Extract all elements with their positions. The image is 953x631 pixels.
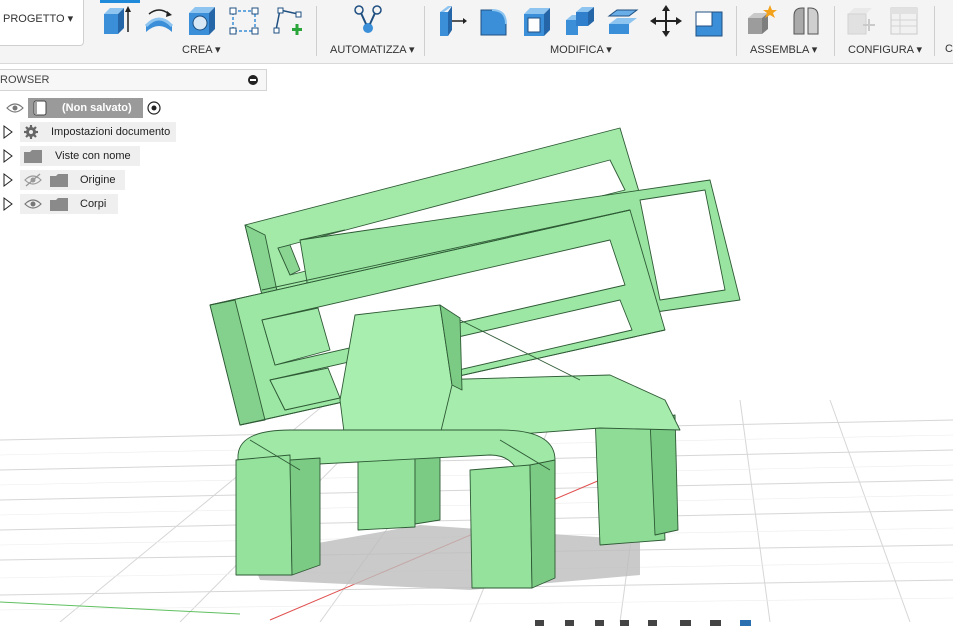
display-settings-icon[interactable] bbox=[680, 620, 691, 626]
viewport-navbar bbox=[520, 613, 770, 626]
fillet-icon[interactable] bbox=[478, 4, 510, 38]
grid-settings-icon[interactable] bbox=[710, 620, 721, 626]
look-at-icon[interactable] bbox=[648, 620, 657, 626]
model-body[interactable] bbox=[209, 127, 741, 589]
group-configura[interactable]: CONFIGURA ▾ bbox=[848, 43, 922, 56]
canvas-viewport[interactable] bbox=[0, 92, 953, 622]
project-menu-button[interactable]: PROGETTO ▾ bbox=[0, 0, 84, 46]
configure-table-icon[interactable] bbox=[845, 4, 877, 38]
toolbar-divider bbox=[934, 6, 935, 56]
toolbar: PROGETTO ▾ CREA ▾ AUTOMATIZZA ▾ MODIFICA… bbox=[0, 0, 953, 64]
revolve-icon[interactable] bbox=[143, 4, 175, 38]
orbit-icon[interactable] bbox=[535, 620, 544, 626]
toolbar-divider bbox=[834, 6, 835, 56]
active-tab-indicator bbox=[100, 0, 140, 3]
automate-icon[interactable] bbox=[352, 4, 384, 38]
combine-icon[interactable] bbox=[564, 4, 596, 38]
shell-icon[interactable] bbox=[521, 4, 553, 38]
pan-icon[interactable] bbox=[565, 620, 574, 626]
press-pull-icon[interactable] bbox=[436, 4, 468, 38]
group-crea[interactable]: CREA ▾ bbox=[182, 43, 221, 56]
group-automatizza[interactable]: AUTOMATIZZA ▾ bbox=[330, 43, 415, 56]
extrude-icon[interactable] bbox=[100, 4, 132, 38]
group-modifica[interactable]: MODIFICA ▾ bbox=[550, 43, 612, 56]
new-component-icon[interactable] bbox=[746, 4, 778, 38]
collapse-panel-icon[interactable] bbox=[248, 75, 258, 85]
move-icon[interactable] bbox=[650, 4, 682, 38]
fit-icon[interactable] bbox=[620, 620, 629, 626]
y-axis-line bbox=[0, 601, 241, 615]
zoom-icon[interactable] bbox=[595, 620, 604, 626]
group-truncated[interactable]: C bbox=[945, 43, 953, 55]
scale-icon[interactable] bbox=[693, 4, 725, 38]
viewports-icon[interactable] bbox=[740, 620, 751, 626]
offset-face-icon[interactable] bbox=[607, 4, 639, 38]
viewport-scene[interactable] bbox=[0, 92, 953, 622]
browser-panel-header: ROWSER bbox=[0, 69, 267, 91]
parameters-icon[interactable] bbox=[888, 4, 920, 38]
hole-icon[interactable] bbox=[186, 4, 218, 38]
joint-icon[interactable] bbox=[790, 4, 822, 38]
toolbar-divider bbox=[736, 6, 737, 56]
toolbar-divider bbox=[316, 6, 317, 56]
sketch-rectangle-icon[interactable] bbox=[228, 4, 260, 38]
create-sketch-icon[interactable] bbox=[272, 4, 304, 38]
toolbar-divider bbox=[424, 6, 425, 56]
browser-title: ROWSER bbox=[0, 74, 50, 86]
group-assembla[interactable]: ASSEMBLA ▾ bbox=[750, 43, 817, 56]
